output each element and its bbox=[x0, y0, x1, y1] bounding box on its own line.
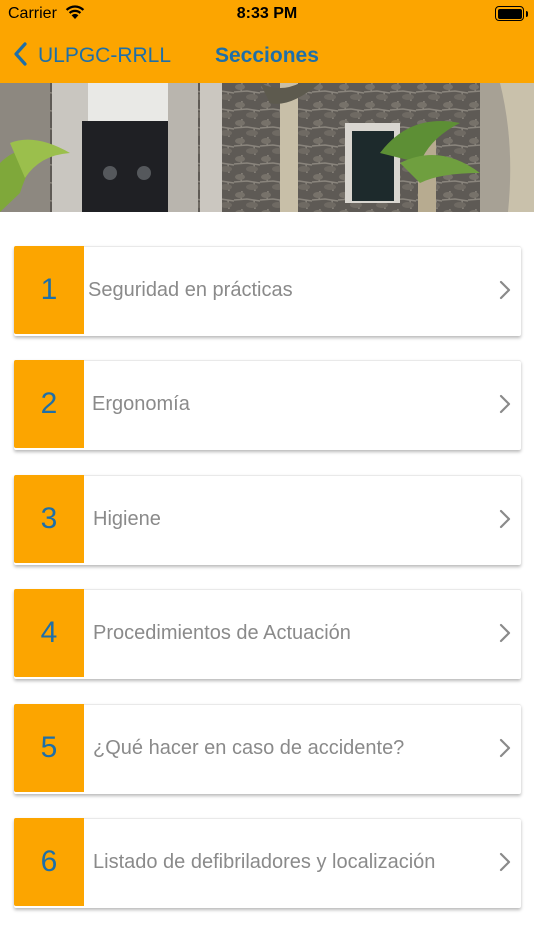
list-item[interactable]: 2 Ergonomía bbox=[14, 360, 521, 450]
section-number: 1 bbox=[14, 246, 84, 334]
section-label: Listado de defibriladores y localización bbox=[93, 850, 436, 873]
navigation-bar: Carrier 8:33 PM ULPGC-RRLL Secciones bbox=[0, 0, 534, 83]
section-number: 3 bbox=[14, 475, 84, 563]
page-title: Secciones bbox=[215, 44, 319, 67]
section-number: 2 bbox=[14, 360, 84, 448]
list-item[interactable]: 1 Seguridad en prácticas bbox=[14, 246, 521, 336]
status-bar: Carrier 8:33 PM bbox=[0, 0, 534, 28]
chevron-right-icon bbox=[499, 623, 511, 648]
section-label: Higiene bbox=[93, 507, 161, 530]
section-label: Procedimientos de Actuación bbox=[93, 621, 351, 644]
section-number: 6 bbox=[14, 818, 84, 906]
battery-icon bbox=[495, 6, 524, 21]
list-item[interactable]: 6 Listado de defibriladores y localizaci… bbox=[14, 818, 521, 908]
chevron-right-icon bbox=[499, 852, 511, 877]
section-number: 4 bbox=[14, 589, 84, 677]
list-item[interactable]: 4 Procedimientos de Actuación bbox=[14, 589, 521, 679]
chevron-right-icon bbox=[499, 280, 511, 305]
chevron-right-icon bbox=[499, 738, 511, 763]
chevron-left-icon bbox=[14, 41, 38, 71]
list-item[interactable]: 3 Higiene bbox=[14, 475, 521, 565]
section-label: Ergonomía bbox=[92, 392, 190, 415]
clock: 8:33 PM bbox=[236, 5, 298, 22]
section-number: 5 bbox=[14, 704, 84, 792]
section-label: ¿Qué hacer en caso de accidente? bbox=[93, 736, 405, 759]
back-button-label: ULPGC-RRLL bbox=[38, 44, 172, 67]
back-button[interactable]: ULPGC-RRLL bbox=[14, 40, 171, 72]
section-label: Seguridad en prácticas bbox=[88, 278, 293, 301]
chevron-right-icon bbox=[499, 509, 511, 534]
chevron-right-icon bbox=[499, 394, 511, 419]
list-item[interactable]: 5 ¿Qué hacer en caso de accidente? bbox=[14, 704, 521, 794]
header-image bbox=[0, 83, 534, 212]
